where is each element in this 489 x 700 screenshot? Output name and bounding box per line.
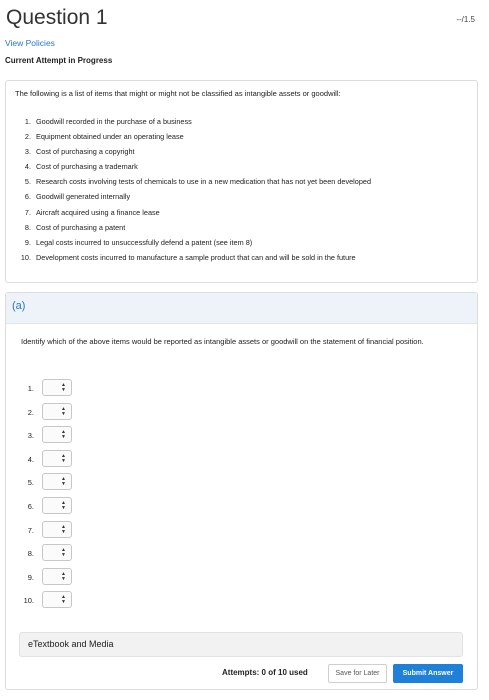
item-text: Cost of purchasing a patent (36, 222, 126, 232)
list-item: 8. Cost of purchasing a patent (15, 220, 371, 235)
up-down-arrows-icon: ▲ ▼ (61, 452, 66, 464)
row-number: 7. (27, 525, 34, 535)
row-number: 2. (27, 407, 34, 417)
etextbook-label: eTextbook and Media (28, 639, 114, 649)
up-down-arrows-icon: ▲ ▼ (61, 547, 66, 559)
part-a-header: (a) (6, 293, 477, 324)
item-number: 1. (24, 117, 31, 126)
question-title: Question 1 (6, 6, 108, 29)
up-down-arrows-icon: ▲ ▼ (61, 429, 66, 441)
item-number: 2. (24, 132, 31, 142)
list-item: 9. Legal costs incurred to unsuccessfully… (15, 235, 371, 250)
item-text: Aircraft acquired using a finance lease (36, 207, 160, 217)
item-text: Goodwill recorded in the purchase of a b… (36, 117, 192, 126)
up-down-arrows-icon: ▲ ▼ (61, 570, 66, 582)
item-text: Cost of purchasing a copyright (36, 147, 135, 157)
item-text: Equipment obtained under an operating le… (36, 132, 184, 142)
list-item: 4. Cost of purchasing a trademark (15, 159, 371, 174)
list-item: 1. Goodwill recorded in the purchase of a… (15, 114, 371, 129)
up-down-arrows-icon: ▲ ▼ (61, 523, 66, 535)
item-number: 7. (24, 207, 31, 217)
item-number: 10. (20, 252, 31, 262)
item-number: 5. (24, 177, 31, 187)
up-down-arrows-icon: ▲ ▼ (61, 594, 66, 606)
part-a-panel: (a) Identify which of the above items wo… (5, 292, 478, 690)
answer-select-4[interactable]: ▲ ▼ (42, 449, 72, 467)
item-text: Goodwill generated internally (36, 192, 131, 202)
item-number: 3. (24, 147, 31, 157)
item-number: 6. (24, 192, 31, 202)
answer-select-5[interactable]: ▲ ▼ (42, 473, 72, 491)
item-text: Research costs involving tests of chemic… (36, 177, 372, 187)
question-panel: The following is a list of items that mi… (5, 80, 478, 283)
list-item: 5. Research costs involving tests of chem… (15, 174, 371, 189)
attempts-counter: Attempts: 0 of 10 used (222, 668, 308, 677)
attempt-status: Current Attempt in Progress (5, 56, 113, 65)
item-list: 1. Goodwill recorded in the purchase of a… (15, 114, 371, 265)
question-intro: The following is a list of items that mi… (15, 89, 341, 98)
answer-select-1[interactable]: ▲ ▼ (42, 379, 72, 396)
answer-select-8[interactable]: ▲ ▼ (42, 544, 72, 562)
save-for-later-button[interactable]: Save for Later (328, 664, 387, 683)
list-item: 10. Development costs incurred to manufac… (15, 250, 371, 265)
item-text: Cost of purchasing a trademark (36, 162, 138, 172)
row-number: 8. (27, 549, 34, 559)
score-display: --/1.5 (456, 15, 475, 24)
answer-select-9[interactable]: ▲ ▼ (42, 567, 72, 585)
up-down-arrows-icon: ▲ ▼ (61, 382, 66, 393)
etextbook-media-bar[interactable]: eTextbook and Media (19, 632, 463, 657)
answer-select-10[interactable]: ▲ ▼ (42, 591, 72, 609)
row-number: 1. (27, 384, 34, 393)
row-number: 3. (27, 431, 34, 441)
answer-select-3[interactable]: ▲ ▼ (42, 426, 72, 444)
list-item: 6. Goodwill generated internally (15, 189, 371, 204)
answer-select-7[interactable]: ▲ ▼ (42, 520, 72, 538)
up-down-arrows-icon: ▲ ▼ (61, 500, 66, 511)
answer-select-6[interactable]: ▲ ▼ (42, 497, 72, 514)
item-number: 9. (24, 237, 31, 247)
up-down-arrows-icon: ▲ ▼ (61, 476, 66, 488)
submit-answer-button[interactable]: Submit Answer (393, 664, 463, 683)
row-number: 6. (27, 502, 34, 511)
part-a-instruction: Identify which of the above items would … (21, 337, 424, 346)
answer-select-2[interactable]: ▲ ▼ (42, 402, 72, 420)
item-number: 4. (24, 162, 31, 172)
row-number: 4. (27, 454, 34, 464)
item-text: Development costs incurred to manufactur… (36, 252, 356, 262)
row-number: 10. (23, 596, 34, 606)
item-number: 8. (24, 222, 31, 232)
list-item: 7. Aircraft acquired using a finance leas… (15, 205, 371, 220)
view-policies-link[interactable]: View Policies (5, 38, 55, 48)
list-item: 2. Equipment obtained under an operating … (15, 129, 371, 144)
item-text: Legal costs incurred to unsuccessfully d… (36, 237, 253, 247)
row-number: 5. (27, 478, 34, 488)
row-number: 9. (27, 572, 34, 582)
up-down-arrows-icon: ▲ ▼ (61, 405, 66, 417)
part-a-label: (a) (12, 300, 26, 312)
list-item: 3. Cost of purchasing a copyright (15, 144, 371, 159)
